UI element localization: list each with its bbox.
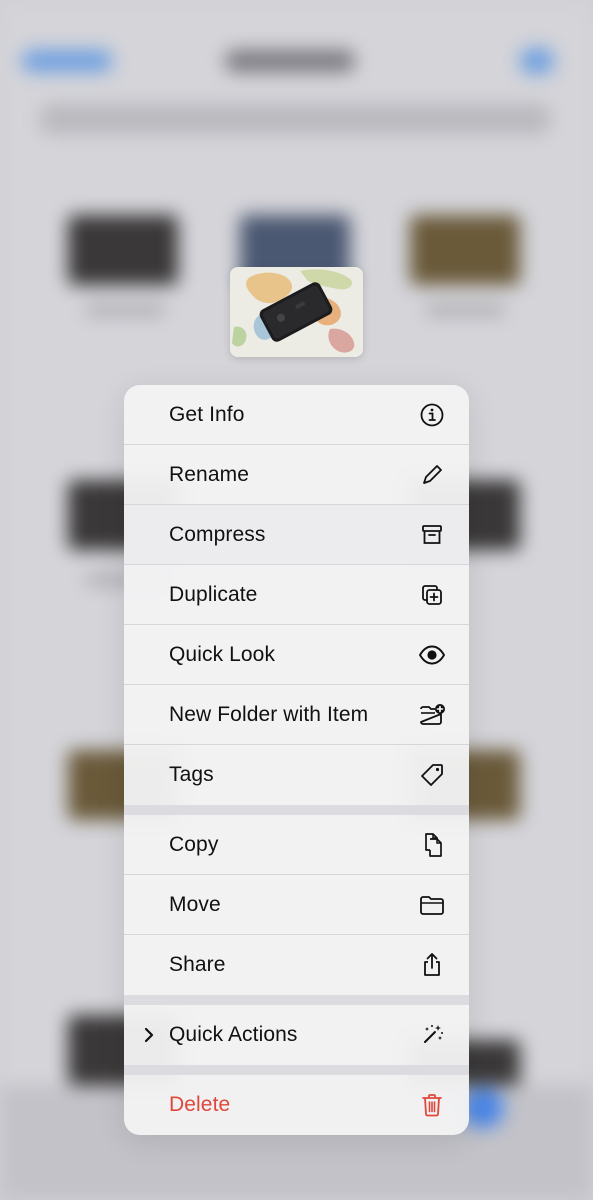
menu-item-label: Duplicate bbox=[169, 582, 258, 606]
folder-badge-plus-icon bbox=[417, 700, 447, 730]
menu-item-label: Quick Actions bbox=[169, 1023, 298, 1046]
menu-item-compress[interactable]: Compress bbox=[124, 505, 469, 565]
menu-item-label: Copy bbox=[169, 832, 219, 856]
menu-item-label: Compress bbox=[169, 522, 266, 546]
chevron-right-icon bbox=[144, 1027, 154, 1043]
pencil-icon bbox=[417, 460, 447, 490]
menu-item-copy[interactable]: Copy bbox=[124, 815, 469, 875]
file-thumbnail bbox=[410, 215, 520, 285]
menu-item-rename[interactable]: Rename bbox=[124, 445, 469, 505]
menu-item-move[interactable]: Move bbox=[124, 875, 469, 935]
menu-item-label: Delete bbox=[169, 1093, 231, 1116]
file-thumbnail bbox=[68, 215, 178, 285]
tag-icon bbox=[417, 760, 447, 790]
copy-docs-icon bbox=[417, 830, 447, 860]
menu-item-quick-look[interactable]: Quick Look bbox=[124, 625, 469, 685]
menu-item-tags[interactable]: Tags bbox=[124, 745, 469, 805]
info-icon bbox=[417, 400, 447, 430]
menu-item-quick-actions[interactable]: Quick Actions bbox=[124, 1005, 469, 1065]
trash-icon bbox=[417, 1090, 447, 1120]
phone-on-map-image bbox=[230, 267, 363, 357]
menu-item-delete[interactable]: Delete bbox=[124, 1075, 469, 1135]
nav-title bbox=[225, 50, 355, 72]
search-bar bbox=[40, 104, 550, 134]
context-menu: Get Info Rename Compress Duplicate Quick… bbox=[124, 385, 469, 1135]
file-label bbox=[85, 305, 165, 315]
item-preview-thumbnail bbox=[230, 267, 363, 357]
menu-item-share[interactable]: Share bbox=[124, 935, 469, 995]
nav-back-button bbox=[22, 50, 112, 72]
eye-icon bbox=[417, 640, 447, 670]
menu-item-label: Tags bbox=[169, 763, 214, 786]
menu-item-label: Quick Look bbox=[169, 642, 276, 666]
share-icon bbox=[417, 950, 447, 980]
menu-item-new-folder-with-item[interactable]: New Folder with Item bbox=[124, 685, 469, 745]
menu-group-separator bbox=[124, 995, 469, 1005]
duplicate-icon bbox=[417, 580, 447, 610]
menu-item-duplicate[interactable]: Duplicate bbox=[124, 565, 469, 625]
menu-item-label: Get Info bbox=[169, 402, 245, 426]
menu-item-label: Share bbox=[169, 953, 226, 976]
nav-action-button bbox=[520, 48, 554, 74]
archive-box-icon bbox=[417, 520, 447, 550]
folder-icon bbox=[417, 890, 447, 920]
menu-item-label: Rename bbox=[169, 462, 249, 486]
file-label bbox=[425, 305, 505, 315]
menu-group-separator bbox=[124, 805, 469, 815]
menu-item-label: New Folder with Item bbox=[169, 702, 369, 726]
menu-item-label: Move bbox=[169, 892, 221, 916]
menu-group-separator bbox=[124, 1065, 469, 1075]
sparkles-wand-icon bbox=[417, 1020, 447, 1050]
menu-item-get-info[interactable]: Get Info bbox=[124, 385, 469, 445]
